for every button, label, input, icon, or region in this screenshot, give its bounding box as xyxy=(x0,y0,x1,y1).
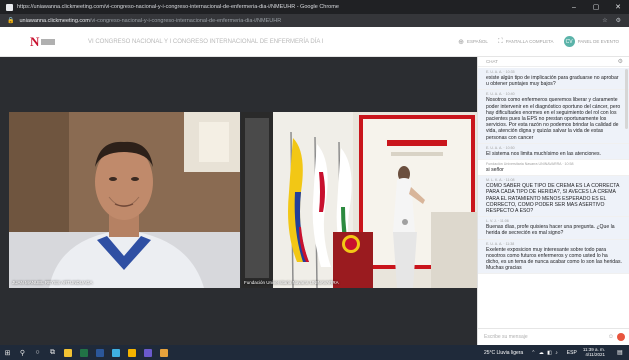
edge-icon[interactable] xyxy=(112,348,120,357)
chat-message: Fundación Universitaria Navarra UNINAVAR… xyxy=(478,160,629,177)
favicon-icon xyxy=(6,3,13,11)
venue-video-label: Fundación Universitaria Navarra UNINAVAR… xyxy=(244,280,339,285)
chat-input-placeholder: Escribe su mensaje xyxy=(484,334,528,340)
message-author: E. U. A. A. · 10:35 xyxy=(486,70,515,74)
send-button[interactable] xyxy=(617,333,625,341)
language-indicator[interactable]: ESP xyxy=(567,350,577,356)
address-path: /vi-congreso-nacional-y-i-congreso-inter… xyxy=(89,17,282,24)
chat-message: E. U. A. A. · 11:38 Exelente exposicion … xyxy=(478,239,629,275)
language-button[interactable]: ⊕ ESPAÑOL xyxy=(458,38,488,46)
message-text: COMO SABER QUE TIPO DE CREMA ES LA CORRE… xyxy=(486,183,620,215)
video-stage: JUAN MANUEL REYES ARTUNDUAGA Fundación U… xyxy=(0,57,477,345)
chat-messages[interactable]: E. U. A. A. · 10:35 existe algún tipo de… xyxy=(478,68,629,327)
window-title: https://uniawanna.clickmeeting.com/vi-co… xyxy=(17,4,339,10)
message-author: E. U. A. A. · 10:40 xyxy=(486,92,515,97)
clock[interactable]: 11:39 a. m. 4/11/2021 xyxy=(583,347,605,358)
fullscreen-label: PANTALLA COMPLETA xyxy=(505,39,554,44)
venue-video[interactable]: Fundación Universitaria Navarra UNINAVAR… xyxy=(241,112,477,288)
message-text: Exelente exposicion muy interesante sobr… xyxy=(486,246,622,272)
chat-message: E. U. A. A. · 10:35 existe algún tipo de… xyxy=(478,68,629,91)
windows-start-icon[interactable]: ⊞ xyxy=(0,349,15,357)
browser-title-bar: https://uniawanna.clickmeeting.com/vi-co… xyxy=(0,0,629,14)
event-header: N VI CONGRESO NACIONAL Y I CONGRESO INTE… xyxy=(0,27,629,57)
message-author: E. U. A. A. · 10:50 xyxy=(486,145,515,150)
extensions-icon[interactable]: ⚙ xyxy=(616,17,621,24)
bookmark-star-icon[interactable]: ☆ xyxy=(602,17,607,24)
fullscreen-icon: ⛶ xyxy=(497,37,503,45)
panel-label: PANEL DE EVENTO xyxy=(577,39,619,44)
excel-icon[interactable] xyxy=(80,348,88,357)
chat-message: M. L. K. A. · 11:08 COMO SABER QUE TIPO … xyxy=(478,176,629,218)
tray-icons[interactable]: ⌃ ☁ ◧ ♪ xyxy=(531,350,559,356)
message-text: existe algún tipo de implicación para gr… xyxy=(486,75,619,88)
speaker-video-label: JUAN MANUEL REYES ARTUNDUAGA xyxy=(12,280,93,285)
event-panel-button[interactable]: CV PANEL DE EVENTO xyxy=(563,36,619,47)
message-author: M. L. K. A. · 11:08 xyxy=(486,178,515,183)
lock-icon: 🔒 xyxy=(7,18,15,24)
chat-title: CHAT xyxy=(486,59,498,64)
message-text: si señor xyxy=(486,167,504,174)
chat-message: L. V. J. · 11:06 Buenas días, profe quis… xyxy=(478,217,629,240)
fullscreen-button[interactable]: ⛶ PANTALLA COMPLETA xyxy=(498,38,554,46)
chat-message: E. U. A. A. · 10:50 El sistema nos limit… xyxy=(478,143,629,161)
message-text: Buenas días, profe quisiera hacer una pr… xyxy=(486,224,615,237)
minimize-button[interactable]: – xyxy=(563,4,585,11)
address-bar[interactable]: 🔒 uniawanna.clickmeeting.com /vi-congres… xyxy=(0,14,629,27)
message-text: El sistema nos limita muchísimo en las a… xyxy=(486,150,601,157)
speaker-video[interactable]: JUAN MANUEL REYES ARTUNDUAGA xyxy=(9,112,240,288)
word-icon[interactable] xyxy=(96,348,104,357)
maximize-button[interactable]: ▢ xyxy=(585,3,607,11)
message-author: L. V. J. · 11:06 xyxy=(486,219,509,224)
venue-video-frame xyxy=(241,112,477,288)
clock-date: 4/11/2021 xyxy=(585,351,605,357)
speaker-video-frame xyxy=(9,112,240,288)
teams-icon[interactable] xyxy=(144,348,152,357)
chat-message: E. U. A. A. · 10:40 Nosotros como enferm… xyxy=(478,90,629,144)
taskbar: ⊞ ⚲ ○ ⧉ 25°C Lluvia ligera ⌃ ☁ ◧ ♪ ESP 1… xyxy=(0,345,629,360)
message-author: E. U. A. A. · 11:38 xyxy=(486,241,515,246)
uninavarra-logo: N xyxy=(30,34,62,49)
chat-input[interactable]: Escribe su mensaje ☺ xyxy=(478,328,629,345)
chrome-icon[interactable] xyxy=(128,348,136,357)
chat-scrollbar[interactable] xyxy=(625,69,628,129)
notification-icon[interactable]: ▤ xyxy=(617,349,626,356)
file-explorer-icon[interactable] xyxy=(64,348,72,357)
address-host: uniawanna.clickmeeting.com xyxy=(19,17,90,24)
globe-icon: ⊕ xyxy=(458,38,464,46)
system-tray: 25°C Lluvia ligera ⌃ ☁ ◧ ♪ ESP 11:39 a. … xyxy=(484,347,629,358)
weather-widget[interactable]: 25°C Lluvia ligera xyxy=(484,350,523,356)
search-icon[interactable]: ⚲ xyxy=(15,349,30,357)
task-view-icon[interactable]: ⧉ xyxy=(45,349,60,357)
photos-icon[interactable] xyxy=(160,348,168,357)
language-label: ESPAÑOL xyxy=(466,39,488,44)
message-text: Nosotros como enfermeros queremos libera… xyxy=(486,97,621,141)
event-title: VI CONGRESO NACIONAL Y I CONGRESO INTERN… xyxy=(88,38,324,45)
emoji-icon[interactable]: ☺ xyxy=(608,334,614,340)
avatar: CV xyxy=(563,36,575,47)
close-button[interactable]: ✕ xyxy=(607,3,629,11)
chat-settings-icon[interactable]: ⚙ xyxy=(618,58,623,65)
chat-panel: CHAT ⚙ E. U. A. A. · 10:35 existe algún … xyxy=(477,57,629,345)
message-author: Fundación Universitaria Navarra UNINAVAR… xyxy=(486,162,574,167)
chat-header: CHAT ⚙ xyxy=(478,57,629,67)
cortana-icon[interactable]: ○ xyxy=(30,349,45,356)
